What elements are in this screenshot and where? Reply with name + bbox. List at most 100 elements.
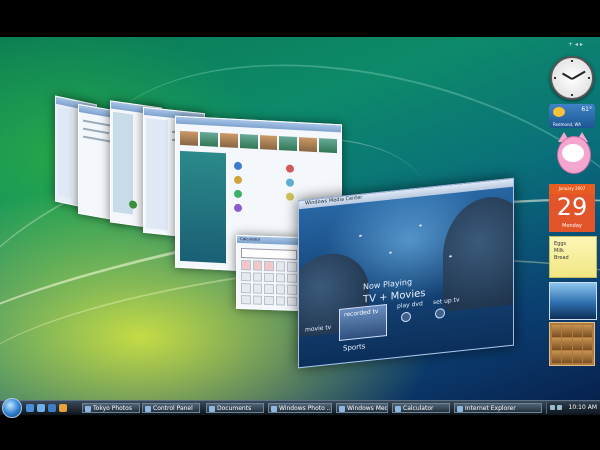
puzzle-tile[interactable]	[582, 338, 592, 350]
window-pane	[113, 111, 133, 215]
calc-key[interactable]	[241, 260, 251, 270]
taskbar-button-internet-explorer[interactable]: Internet Explorer	[454, 403, 542, 413]
taskbar-button-media-center[interactable]: Windows Media ...	[336, 403, 388, 413]
note-line: Eggs	[554, 241, 567, 247]
media-center-window[interactable]: Windows Media Center Now Playing TV + Mo…	[298, 177, 514, 369]
taskbar-button-control-panel[interactable]: Control Panel	[142, 403, 200, 413]
network-tray-icon[interactable]	[550, 405, 555, 410]
calc-key[interactable]	[241, 283, 251, 293]
fish	[419, 224, 422, 227]
appearance-icon	[286, 178, 294, 187]
calc-key[interactable]	[252, 294, 263, 305]
cat-gadget[interactable]	[549, 130, 595, 176]
dvd-icon	[401, 311, 411, 323]
taskbar-button-tokyo-photos[interactable]: Tokyo Photos	[82, 403, 140, 413]
switch-windows-icon[interactable]	[37, 404, 45, 412]
calculator-keypad	[241, 260, 297, 306]
clock-face	[550, 56, 594, 100]
calculator-title: Calculator	[240, 235, 261, 242]
calc-key[interactable]	[275, 261, 286, 272]
taskbar-button-calculator[interactable]: Calculator	[392, 403, 450, 413]
weather-location: Redmond, WA	[553, 122, 582, 127]
clock-region-icon	[286, 192, 294, 201]
hour-hand	[561, 72, 573, 80]
cat-face	[562, 144, 584, 162]
hardware-icon	[234, 203, 242, 213]
calc-key[interactable]	[287, 284, 297, 295]
clock-mark	[571, 94, 573, 96]
minute-hand	[571, 70, 586, 80]
media-player-icon[interactable]	[59, 404, 67, 412]
puzzle-tile[interactable]	[572, 351, 582, 363]
puzzle-tile[interactable]	[562, 351, 572, 363]
slideshow-gadget[interactable]	[549, 282, 597, 320]
security-icon	[234, 175, 242, 185]
calc-key[interactable]	[287, 296, 297, 306]
calc-key[interactable]	[241, 294, 251, 305]
calculator-window[interactable]: Calculator	[236, 234, 302, 312]
weather-gadget[interactable]: 61° Redmond, WA	[549, 104, 595, 128]
puzzle-tile[interactable]	[562, 325, 572, 337]
window-pane	[146, 118, 168, 231]
calc-key[interactable]	[252, 283, 263, 294]
system-tray: 10:10 AM	[546, 402, 600, 414]
system-icon	[234, 161, 242, 171]
picture-puzzle-gadget[interactable]	[549, 322, 595, 366]
clock-gadget[interactable]	[549, 56, 595, 100]
taskbar: Tokyo Photos Control Panel Documents Win…	[0, 398, 600, 418]
puzzle-tile[interactable]	[572, 338, 582, 350]
taskbar-button-documents[interactable]: Documents	[206, 403, 264, 413]
calc-key[interactable]	[264, 272, 274, 283]
window-line	[83, 119, 113, 127]
puzzle-tile[interactable]	[582, 351, 592, 363]
user-accounts-icon	[286, 164, 294, 173]
internet-explorer-icon[interactable]	[48, 404, 56, 412]
calc-key[interactable]	[275, 272, 286, 283]
sidebar-controls[interactable]: + ◂ ▸	[568, 41, 583, 48]
taskbar-clock[interactable]: 10:10 AM	[569, 404, 597, 411]
notes-gadget[interactable]: Eggs Milk Bread	[549, 236, 597, 278]
clock-mark	[554, 77, 556, 79]
calc-key[interactable]	[264, 295, 274, 306]
puzzle-tile[interactable]	[572, 325, 582, 337]
fish	[359, 234, 362, 237]
show-desktop-icon[interactable]	[26, 404, 34, 412]
note-line: Milk	[554, 248, 564, 254]
calc-key[interactable]	[275, 284, 286, 295]
calc-key[interactable]	[241, 271, 251, 282]
photo-thumbnail-strip	[180, 130, 337, 154]
calculator-display	[241, 248, 297, 260]
calc-key[interactable]	[287, 273, 297, 283]
taskbar-button-photo-gallery[interactable]: Windows Photo ...	[268, 403, 332, 413]
calc-key[interactable]	[252, 260, 263, 271]
calc-key[interactable]	[264, 283, 274, 294]
calendar-gadget[interactable]: January 2007 29 Monday	[549, 184, 595, 232]
sun-icon	[553, 107, 565, 117]
puzzle-tile[interactable]	[562, 338, 572, 350]
recorded-tv-tile[interactable]: recorded tv	[339, 303, 387, 342]
puzzle-tile[interactable]	[582, 325, 592, 337]
network-icon	[234, 189, 242, 199]
clock-mark	[588, 77, 590, 79]
sports-category[interactable]: Sports	[343, 342, 365, 352]
fish	[389, 251, 392, 254]
clock-mark	[571, 60, 573, 62]
play-dvd-item[interactable]: play dvd	[397, 300, 423, 310]
puzzle-tile[interactable]	[552, 325, 562, 337]
calendar-weekday: Monday	[549, 222, 595, 232]
control-panel-sidebar	[180, 150, 226, 264]
calc-key[interactable]	[264, 260, 274, 271]
setup-icon	[435, 307, 445, 319]
calc-key[interactable]	[252, 271, 263, 282]
windows-logo-icon	[129, 200, 137, 210]
volume-tray-icon[interactable]	[557, 405, 562, 410]
start-button[interactable]	[2, 398, 22, 418]
recorded-tv-label: recorded tv	[344, 307, 379, 319]
calendar-day: 29	[549, 194, 595, 222]
calc-key[interactable]	[287, 261, 297, 272]
puzzle-tile[interactable]	[552, 351, 562, 363]
window-pane	[58, 107, 72, 199]
coral-reef	[443, 192, 514, 313]
puzzle-tile[interactable]	[552, 338, 562, 350]
calc-key[interactable]	[275, 295, 286, 306]
